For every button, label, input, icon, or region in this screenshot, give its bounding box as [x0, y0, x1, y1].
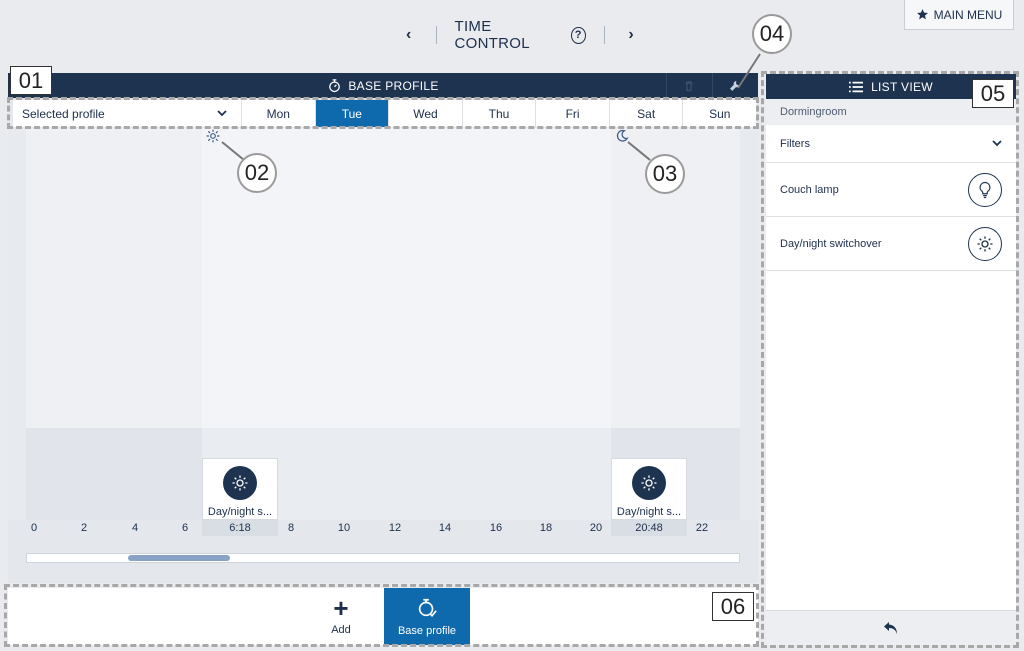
axis-tick: 22 [695, 522, 709, 534]
timeline-scroll-thumb[interactable] [128, 555, 230, 561]
prev-page-button[interactable]: ‹ [400, 26, 418, 44]
profile-settings-button[interactable] [712, 73, 756, 98]
timeline-scrollbar[interactable] [26, 553, 740, 563]
event-time-tick: 6:18 [202, 520, 278, 536]
axis-tick: 8 [287, 522, 295, 534]
moon-marker-icon [616, 129, 629, 142]
annotation-label-04: 04 [752, 14, 792, 54]
time-axis: 6:18 20:48 0 2 4 6 8 10 12 14 16 18 20 2… [26, 520, 740, 536]
annotation-label-05: 05 [972, 79, 1014, 108]
stopwatch-icon [327, 78, 342, 93]
annotation-area-01 [7, 97, 759, 129]
next-page-button[interactable]: › [622, 26, 640, 44]
axis-tick: 20 [589, 522, 603, 534]
event-card-sunrise[interactable]: Day/night s... [202, 458, 278, 520]
star-icon [916, 9, 928, 20]
sun-icon [641, 475, 657, 491]
annotation-label-06: 06 [712, 592, 754, 621]
annotation-label-03: 03 [645, 154, 685, 194]
axis-tick: 4 [131, 522, 139, 534]
page-title: TIME CONTROL [454, 18, 530, 52]
axis-tick: 10 [337, 522, 351, 534]
event-icon-circle [632, 466, 666, 500]
base-profile-bar: BASE PROFILE [8, 73, 758, 98]
annotation-area-05 [761, 71, 1019, 648]
axis-tick: 16 [489, 522, 503, 534]
axis-tick: 6 [181, 522, 189, 534]
nav-separator [435, 26, 437, 44]
base-profile-title: BASE PROFILE [348, 78, 439, 93]
event-card-sunset[interactable]: Day/night s... [611, 458, 687, 520]
timeline-left-strip [8, 128, 26, 520]
time-control-panel: BASE PROFILE Selected profile Mon Tue We… [8, 73, 758, 583]
axis-tick: 14 [438, 522, 452, 534]
axis-tick: 2 [80, 522, 88, 534]
page-header-nav: ‹ TIME CONTROL ? › [400, 18, 640, 52]
annotation-label-01: 01 [10, 66, 52, 95]
event-time-tick: 20:48 [611, 520, 687, 536]
axis-tick: 0 [30, 522, 38, 534]
axis-tick: 18 [539, 522, 553, 534]
annotation-area-06 [4, 584, 759, 647]
main-menu-label: MAIN MENU [933, 7, 1003, 22]
main-menu-button[interactable]: MAIN MENU [904, 0, 1014, 30]
help-icon[interactable]: ? [570, 26, 586, 44]
sun-icon [232, 475, 248, 491]
axis-tick: 12 [388, 522, 402, 534]
trash-icon [685, 80, 692, 91]
timeline-right-strip [740, 128, 758, 520]
sunrise-marker-icon [206, 129, 220, 143]
wrench-icon [729, 80, 740, 91]
annotation-label-02: 02 [237, 153, 277, 193]
event-label: Day/night s... [207, 506, 273, 518]
delete-profile-button[interactable] [666, 73, 710, 98]
event-icon-circle [223, 466, 257, 500]
nav-separator [603, 26, 605, 44]
event-label: Day/night s... [616, 506, 682, 518]
